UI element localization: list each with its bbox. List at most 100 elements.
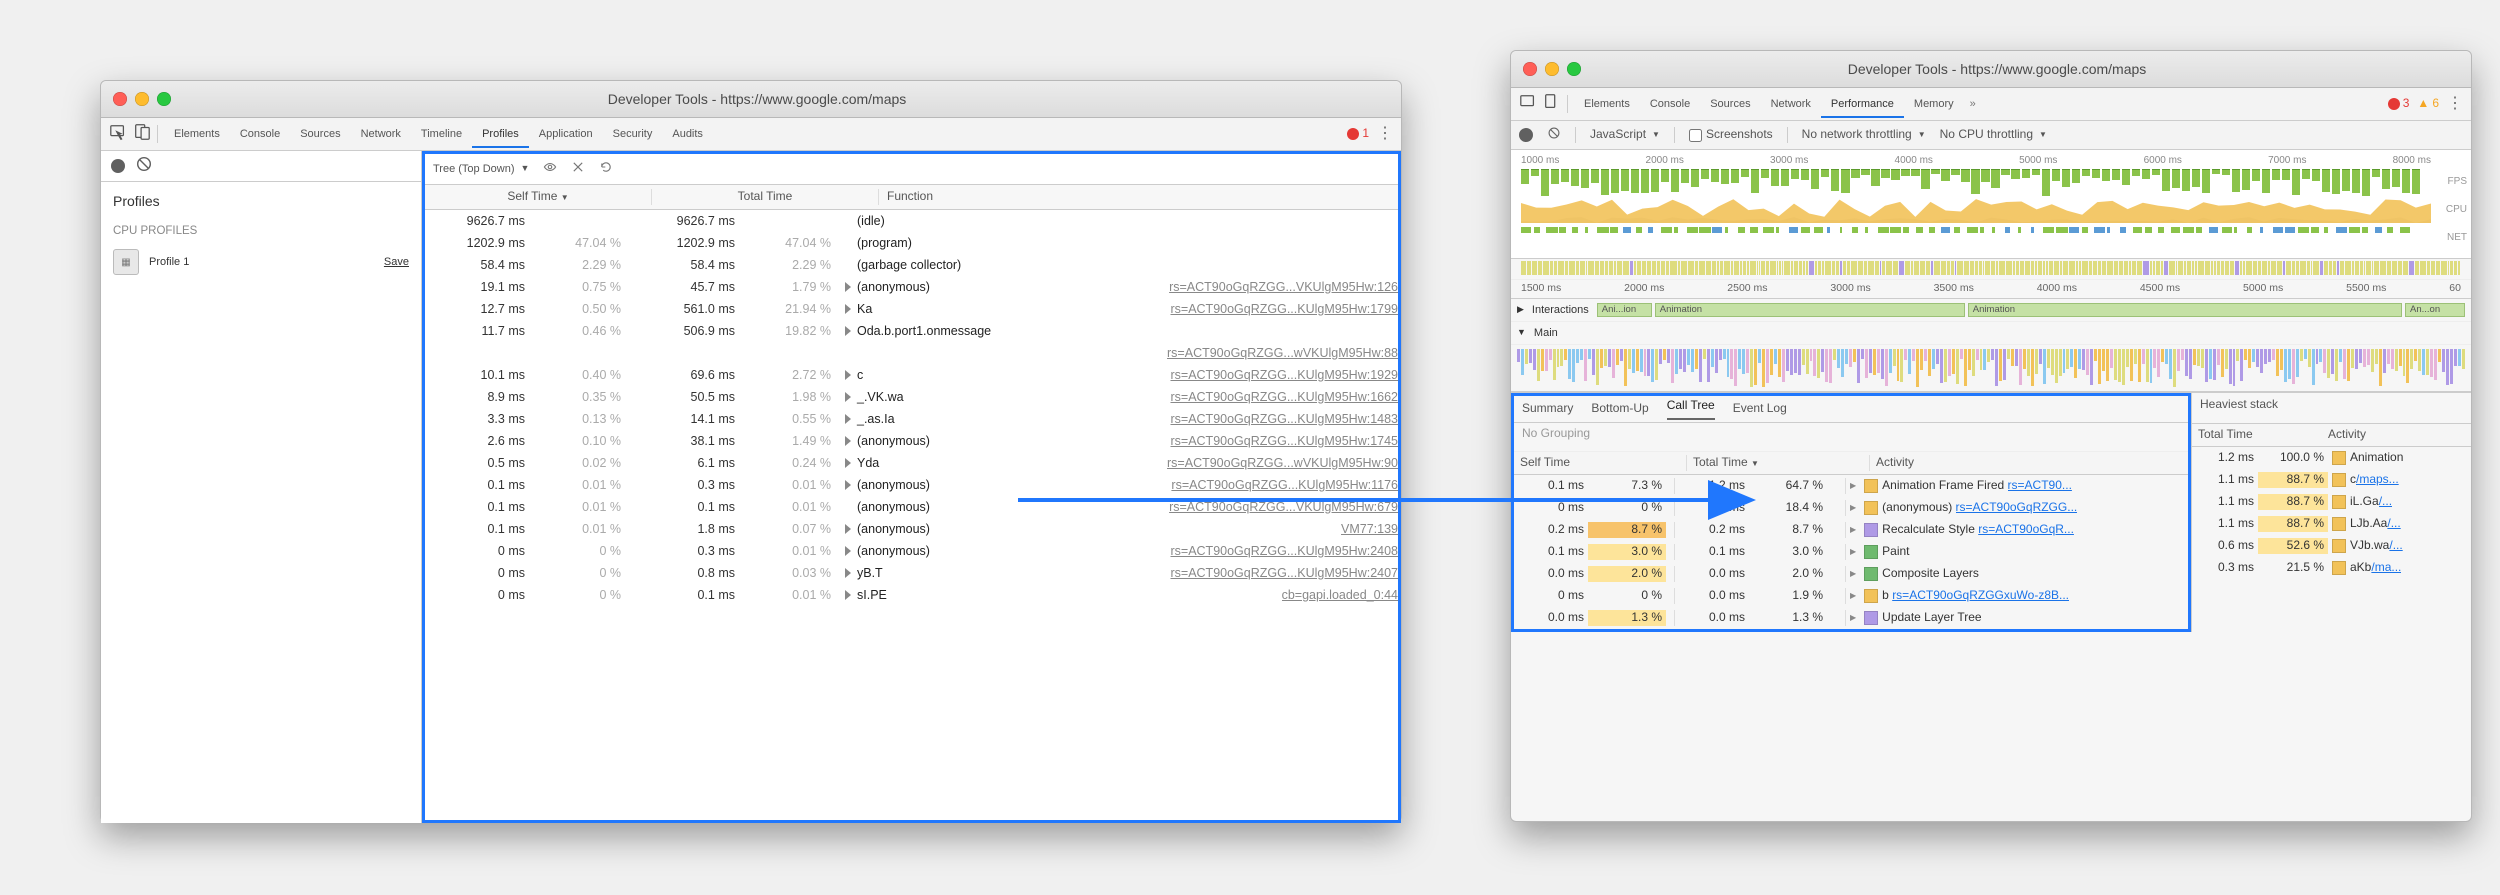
tab-elements[interactable]: Elements <box>1574 92 1640 116</box>
detail-tab-bottom-up[interactable]: Bottom-Up <box>1591 401 1648 417</box>
heaviest-row[interactable]: 1.1 ms88.7 %c /maps... <box>2192 469 2471 491</box>
error-badge[interactable]: 3 <box>2388 96 2410 112</box>
source-link[interactable]: cb=gapi.loaded_0:44 <box>1282 587 1398 603</box>
source-link[interactable]: rs=ACT90oGqRZGG...VKUlgM95Hw:126 <box>1169 279 1398 295</box>
inspect-icon[interactable] <box>109 123 127 145</box>
tab-console[interactable]: Console <box>230 122 290 146</box>
interactions-track[interactable]: ▶Interactions Ani...ion Animation Animat… <box>1511 299 2471 322</box>
main-track[interactable]: ▼Main <box>1511 322 2471 345</box>
expand-icon[interactable] <box>845 326 851 336</box>
close-icon[interactable] <box>113 92 127 106</box>
expand-icon[interactable] <box>845 524 851 534</box>
source-link[interactable]: rs=ACT90oGqRZGG...KUlgM95Hw:1483 <box>1170 411 1398 427</box>
zoom-icon[interactable] <box>1567 62 1581 76</box>
overview-pane[interactable]: 1000 ms2000 ms3000 ms4000 ms5000 ms6000 … <box>1511 150 2471 259</box>
screenshots-check[interactable]: Screenshots <box>1689 127 1773 143</box>
minimize-icon[interactable] <box>135 92 149 106</box>
heaviest-row[interactable]: 1.1 ms88.7 %LJb.Aa /... <box>2192 513 2471 535</box>
detail-tab-call-tree[interactable]: Call Tree <box>1667 398 1715 420</box>
profile-row[interactable]: 0 ms0 %0.1 ms0.01 %sI.PEcb=gapi.loaded_0… <box>425 584 1398 606</box>
profile-row[interactable]: 2.6 ms0.10 %38.1 ms1.49 %(anonymous)rs=A… <box>425 430 1398 452</box>
profile-row[interactable]: 10.1 ms0.40 %69.6 ms2.72 %crs=ACT90oGqRZ… <box>425 364 1398 386</box>
expand-icon[interactable] <box>845 436 851 446</box>
profile-row[interactable]: 0.1 ms0.01 %0.1 ms0.01 %(anonymous)rs=AC… <box>425 496 1398 518</box>
expand-icon[interactable] <box>845 458 851 468</box>
lang-select[interactable]: JavaScript ▼ <box>1590 127 1660 143</box>
tab-performance[interactable]: Performance <box>1821 92 1904 118</box>
refresh-icon[interactable] <box>599 160 613 178</box>
calltree-row[interactable]: 0.0 ms2.0 %0.0 ms2.0 %▶Composite Layers <box>1514 563 2188 585</box>
cpu-throttle-select[interactable]: No CPU throttling ▼ <box>1940 127 2047 143</box>
source-link[interactable]: rs=ACT90oGqRZGG...KUlgM95Hw:1662 <box>1170 389 1398 405</box>
tab-application[interactable]: Application <box>529 122 603 146</box>
source-link[interactable]: rs=ACT90oGqRZGG...wVKUlgM95Hw:88 <box>1167 345 1398 361</box>
profile-row[interactable]: 0.1 ms0.01 %0.3 ms0.01 %(anonymous)rs=AC… <box>425 474 1398 496</box>
source-link[interactable]: rs=ACT90oGqRZGG...KUlgM95Hw:2407 <box>1170 565 1398 581</box>
source-link[interactable]: rs=ACT90oGqRZGG...VKUlgM95Hw:679 <box>1169 499 1398 515</box>
error-badge[interactable]: 1 <box>1347 126 1369 142</box>
clear-icon[interactable] <box>135 155 153 177</box>
tab-audits[interactable]: Audits <box>662 122 713 146</box>
calltree-row[interactable]: 0.0 ms1.3 %0.0 ms1.3 %▶Update Layer Tree <box>1514 607 2188 629</box>
expand-icon[interactable] <box>845 546 851 556</box>
tab-network[interactable]: Network <box>351 122 411 146</box>
heaviest-row[interactable]: 0.6 ms52.6 %VJb.wa /... <box>2192 535 2471 557</box>
profile-row[interactable]: 0.1 ms0.01 %1.8 ms0.07 %(anonymous)VM77:… <box>425 518 1398 540</box>
tab-security[interactable]: Security <box>603 122 663 146</box>
tab-console[interactable]: Console <box>1640 92 1700 116</box>
profile-row[interactable]: 19.1 ms0.75 %45.7 ms1.79 %(anonymous)rs=… <box>425 276 1398 298</box>
source-link[interactable]: rs=ACT90oGqRZGG...KUlgM95Hw:1745 <box>1170 433 1398 449</box>
expand-icon[interactable] <box>845 282 851 292</box>
profile-row[interactable]: 0.5 ms0.02 %6.1 ms0.24 %Ydars=ACT90oGqRZ… <box>425 452 1398 474</box>
detail-tab-event-log[interactable]: Event Log <box>1733 401 1787 417</box>
detail-tabs[interactable]: SummaryBottom-UpCall TreeEvent Log <box>1514 396 2188 423</box>
zoom-icon[interactable] <box>157 92 171 106</box>
source-link[interactable]: rs=ACT90oGqR... <box>1978 522 2074 538</box>
record-icon[interactable] <box>111 159 125 173</box>
tab-sources[interactable]: Sources <box>1700 92 1760 116</box>
view-mode-select[interactable]: Tree (Top Down) ▼ <box>433 162 529 176</box>
profile-row[interactable]: 58.4 ms2.29 %58.4 ms2.29 %(garbage colle… <box>425 254 1398 276</box>
minimize-icon[interactable] <box>1545 62 1559 76</box>
tab-timeline[interactable]: Timeline <box>411 122 472 146</box>
time-ruler[interactable]: 1500 ms2000 ms2500 ms3000 ms3500 ms4000 … <box>1511 280 2471 299</box>
profile-row[interactable]: 0 ms0 %0.3 ms0.01 %(anonymous)rs=ACT90oG… <box>425 540 1398 562</box>
tab-network[interactable]: Network <box>1761 92 1821 116</box>
main-flame[interactable] <box>1511 345 2471 392</box>
source-link[interactable]: rs=ACT90... <box>2008 478 2072 494</box>
calltree-row[interactable]: 0 ms0 %0.0 ms1.9 %▶b rs=ACT90oGqRZGGxuWo… <box>1514 585 2188 607</box>
profile-row[interactable]: 1202.9 ms47.04 %1202.9 ms47.04 %(program… <box>425 232 1398 254</box>
warning-badge[interactable]: ▲6 <box>2417 96 2439 112</box>
grouping-select[interactable]: No Grouping <box>1514 423 2188 452</box>
tab-profiles[interactable]: Profiles <box>472 122 529 148</box>
profile-row[interactable]: 9626.7 ms9626.7 ms(idle) <box>425 210 1398 232</box>
source-link[interactable]: VM77:139 <box>1341 521 1398 537</box>
heaviest-row[interactable]: 1.2 ms100.0 %Animation <box>2192 447 2471 469</box>
profile-row[interactable]: rs=ACT90oGqRZGG...wVKUlgM95Hw:88 <box>425 342 1398 364</box>
calltree-row[interactable]: 0 ms0 %0.3 ms18.4 %▶(anonymous) rs=ACT90… <box>1514 497 2188 519</box>
more-tabs-icon[interactable]: » <box>1970 97 1976 111</box>
expand-icon[interactable] <box>845 480 851 490</box>
profile-row[interactable]: 8.9 ms0.35 %50.5 ms1.98 %_.VK.wars=ACT90… <box>425 386 1398 408</box>
profile-row[interactable]: 12.7 ms0.50 %561.0 ms21.94 %Kars=ACT90oG… <box>425 298 1398 320</box>
table-header[interactable]: Self Time ▼ Total Time Function <box>425 185 1398 210</box>
expand-icon[interactable] <box>845 590 851 600</box>
profile-row[interactable]: 0 ms0 %0.8 ms0.03 %yB.Trs=ACT90oGqRZGG..… <box>425 562 1398 584</box>
more-icon[interactable]: ⋮ <box>2447 94 2463 115</box>
source-link[interactable]: rs=ACT90oGqRZGG... <box>1956 500 2078 516</box>
calltree-row[interactable]: 0.1 ms3.0 %0.1 ms3.0 %▶Paint <box>1514 541 2188 563</box>
expand-icon[interactable] <box>845 568 851 578</box>
clear-icon[interactable] <box>1547 126 1561 145</box>
save-link[interactable]: Save <box>384 255 409 269</box>
calltree-row[interactable]: 0.2 ms8.7 %0.2 ms8.7 %▶Recalculate Style… <box>1514 519 2188 541</box>
activity-strip[interactable] <box>1511 259 2471 280</box>
calltree-row[interactable]: 0.1 ms7.3 %1.2 ms64.7 %▶Animation Frame … <box>1514 475 2188 497</box>
heaviest-row[interactable]: 0.3 ms21.5 %aKb /ma... <box>2192 557 2471 579</box>
inspect-icon[interactable] <box>1519 93 1537 115</box>
close-icon[interactable] <box>1523 62 1537 76</box>
source-link[interactable]: rs=ACT90oGqRZGG...KUlgM95Hw:1929 <box>1170 367 1398 383</box>
profile-item[interactable]: ▦ Profile 1 Save <box>101 243 421 281</box>
source-link[interactable]: rs=ACT90oGqRZGG...wVKUlgM95Hw:90 <box>1167 455 1398 471</box>
profile-row[interactable]: 11.7 ms0.46 %506.9 ms19.82 %Oda.b.port1.… <box>425 320 1398 342</box>
profile-row[interactable]: 3.3 ms0.13 %14.1 ms0.55 %_.as.Iars=ACT90… <box>425 408 1398 430</box>
